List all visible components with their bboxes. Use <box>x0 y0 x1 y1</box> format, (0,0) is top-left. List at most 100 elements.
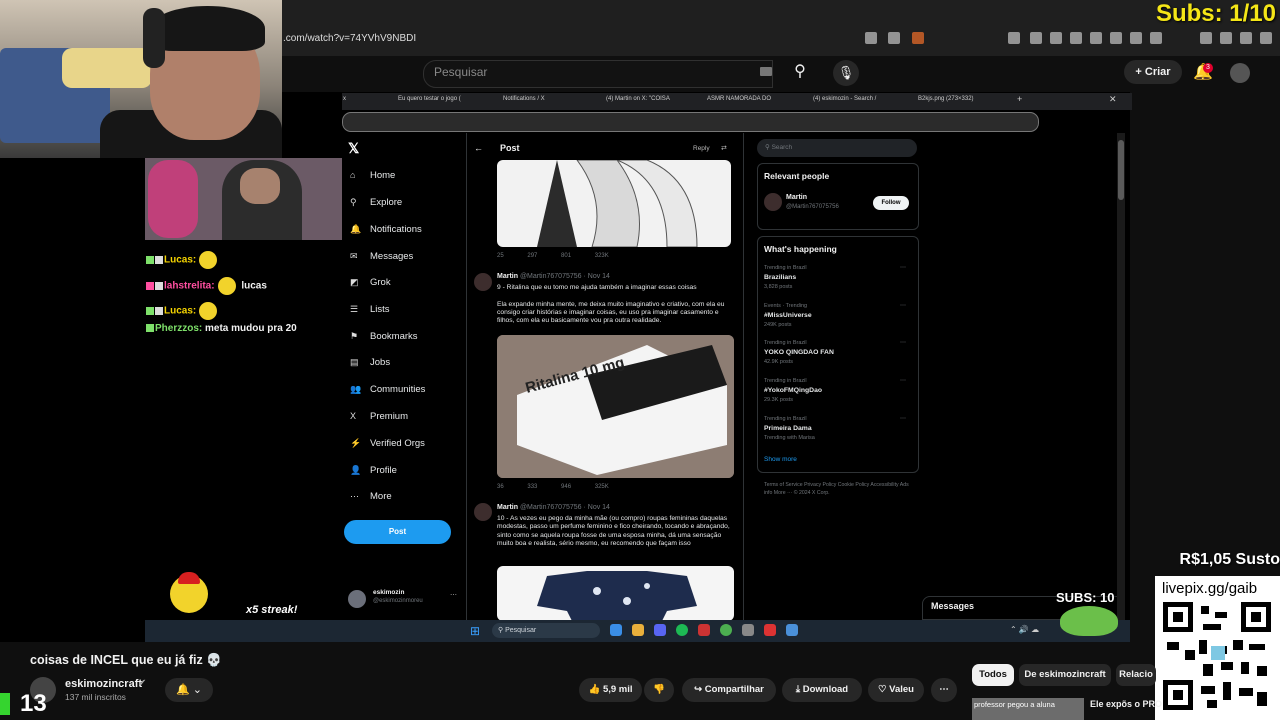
discord-icon[interactable] <box>654 624 666 636</box>
nav-bookmarks[interactable]: ⚑ Bookmarks <box>350 331 418 342</box>
app-icon[interactable] <box>610 624 622 636</box>
cast-icon[interactable] <box>865 32 877 44</box>
more-icon[interactable]: ⋯ <box>931 678 957 702</box>
trend-name[interactable]: Brazilians <box>764 274 796 281</box>
chrome-icon[interactable] <box>720 624 732 636</box>
x-logo-icon[interactable]: 𝕏 <box>348 140 359 157</box>
inner-tab[interactable]: (4) Martin on X: "COISA <box>606 96 670 102</box>
inner-tab[interactable]: Notifications / X <box>503 96 545 102</box>
more-icon[interactable]: ⋯ <box>900 377 906 384</box>
inner-tab[interactable]: B2kjs.png (273×332) <box>918 96 974 102</box>
channel-name[interactable]: eskimozincraft <box>65 678 142 690</box>
like-button[interactable]: 👍 5,9 mil <box>579 678 642 702</box>
obs-icon[interactable] <box>764 624 776 636</box>
inner-tab[interactable]: x <box>343 96 346 102</box>
trend-name[interactable]: #MissUniverse <box>764 312 812 319</box>
trash-icon[interactable] <box>1150 32 1162 44</box>
footer-links[interactable]: Terms of Service Privacy Policy Cookie P… <box>764 481 914 497</box>
scrollbar-thumb[interactable] <box>1118 140 1124 200</box>
folder-icon[interactable] <box>632 624 644 636</box>
nav-jobs[interactable]: ▤ Jobs <box>350 357 390 368</box>
taskbar-search[interactable]: ⚲ Pesquisar <box>492 623 600 638</box>
follow-button[interactable]: Follow <box>873 196 909 210</box>
brave-icon[interactable] <box>912 32 924 44</box>
nav-lists[interactable]: ☰ Lists <box>350 304 390 315</box>
more-icon[interactable]: ⋯ <box>900 302 906 309</box>
trend-name[interactable]: YOKO QINGDAO FAN <box>764 349 834 356</box>
app-icon[interactable] <box>742 624 754 636</box>
tweet-image[interactable]: Ritalina 10 mg <box>497 335 734 478</box>
chip-channel[interactable]: De eskimozincraft <box>1019 664 1111 686</box>
tweet-image[interactable] <box>497 566 734 621</box>
share-icon[interactable] <box>888 32 900 44</box>
nav-home[interactable]: ⌂ Home <box>350 170 395 181</box>
trend-name[interactable]: #YokoFMQingDao <box>764 387 822 394</box>
recommended-title[interactable]: Ele expõs o PRO <box>1090 699 1162 709</box>
reply-button[interactable]: Reply <box>693 145 710 152</box>
back-arrow-icon[interactable]: ← <box>474 143 483 153</box>
more-icon[interactable]: ⋯ <box>900 339 906 346</box>
avatar[interactable] <box>474 273 492 291</box>
shield-icon[interactable] <box>1240 32 1252 44</box>
app-icon[interactable] <box>698 624 710 636</box>
thanks-button[interactable]: ♡ Valeu <box>868 678 924 702</box>
address-bar[interactable]: .com/watch?v=74YVhV9NBDI <box>283 33 416 44</box>
music-icon[interactable] <box>1200 32 1212 44</box>
extension-icon[interactable] <box>1130 32 1142 44</box>
dislike-button[interactable]: 👎 <box>644 678 674 702</box>
close-icon[interactable]: ✕ <box>1109 94 1117 105</box>
scrollbar[interactable] <box>1117 133 1125 621</box>
new-tab-icon[interactable]: + <box>1017 94 1022 104</box>
keyboard-icon[interactable] <box>760 67 772 76</box>
share-button[interactable]: ↪ Compartilhar <box>682 678 776 702</box>
windows-start-icon[interactable]: ⊞ <box>470 624 480 638</box>
nav-premium[interactable]: X Premium <box>350 411 408 422</box>
extension-icon[interactable] <box>1050 32 1062 44</box>
person-name[interactable]: Martin <box>786 194 807 201</box>
subscribe-bell-button[interactable]: 🔔 ⌄ <box>165 678 213 702</box>
chip-related[interactable]: Relacio <box>1116 664 1156 686</box>
nav-messages[interactable]: ✉ Messages <box>350 251 413 262</box>
avatar[interactable] <box>1230 63 1250 83</box>
steam-icon[interactable] <box>786 624 798 636</box>
extension-icon[interactable] <box>1110 32 1122 44</box>
extension-icon[interactable] <box>1090 32 1102 44</box>
tweet-image[interactable] <box>497 160 731 247</box>
inner-tab[interactable]: Eu quero testar o jogo ( <box>398 96 461 102</box>
tweet-actions[interactable]: 36 333 946 325K <box>497 484 631 490</box>
settings-icon[interactable]: ⇄ <box>721 144 727 152</box>
avatar[interactable] <box>474 503 492 521</box>
inner-tab[interactable]: ASMR NAMORADA DO <box>707 96 771 102</box>
avatar[interactable] <box>348 590 366 608</box>
x-search-input[interactable]: ⚲ Search <box>757 139 917 157</box>
nav-more[interactable]: ⋯ More <box>350 491 392 502</box>
translate-icon[interactable] <box>1008 32 1020 44</box>
puzzle-icon[interactable] <box>1070 32 1082 44</box>
tweet-author[interactable]: Martin @Martin767075756 · Nov 14 <box>497 273 610 280</box>
more-icon[interactable]: ⋯ <box>900 264 906 271</box>
nav-grok[interactable]: ◩ Grok <box>350 277 391 288</box>
nav-communities[interactable]: 👥 Communities <box>350 384 425 395</box>
more-icon[interactable]: ⋯ <box>450 591 457 599</box>
chip-all[interactable]: Todos <box>972 664 1014 686</box>
avatar[interactable] <box>764 193 782 211</box>
nav-verified-orgs[interactable]: ⚡ Verified Orgs <box>350 438 425 449</box>
nav-notifications[interactable]: 🔔 Notifications <box>350 224 422 235</box>
system-tray[interactable]: ⌃ 🔊 ☁ <box>1010 625 1039 634</box>
spotify-icon[interactable] <box>676 624 688 636</box>
download-button[interactable]: ⤓ Download <box>782 678 862 702</box>
nav-explore[interactable]: ⚲ Explore <box>350 197 402 208</box>
mic-icon[interactable]: 🎙 <box>833 60 859 86</box>
tweet-actions[interactable]: 25 297 801 323K <box>497 253 631 259</box>
sidebar-icon[interactable] <box>1220 32 1232 44</box>
menu-icon[interactable] <box>1260 32 1272 44</box>
more-icon[interactable]: ⋯ <box>900 415 906 422</box>
inner-address-bar[interactable] <box>342 112 1039 132</box>
post-button[interactable]: Post <box>344 520 451 544</box>
show-more-link[interactable]: Show more <box>764 456 797 463</box>
nav-profile[interactable]: 👤 Profile <box>350 465 397 476</box>
inner-tab[interactable]: (4) eskimozin - Search / <box>813 96 876 102</box>
create-button[interactable]: + Criar <box>1124 60 1182 84</box>
trend-name[interactable]: Primeira Dama <box>764 425 812 432</box>
extension-icon[interactable] <box>1030 32 1042 44</box>
